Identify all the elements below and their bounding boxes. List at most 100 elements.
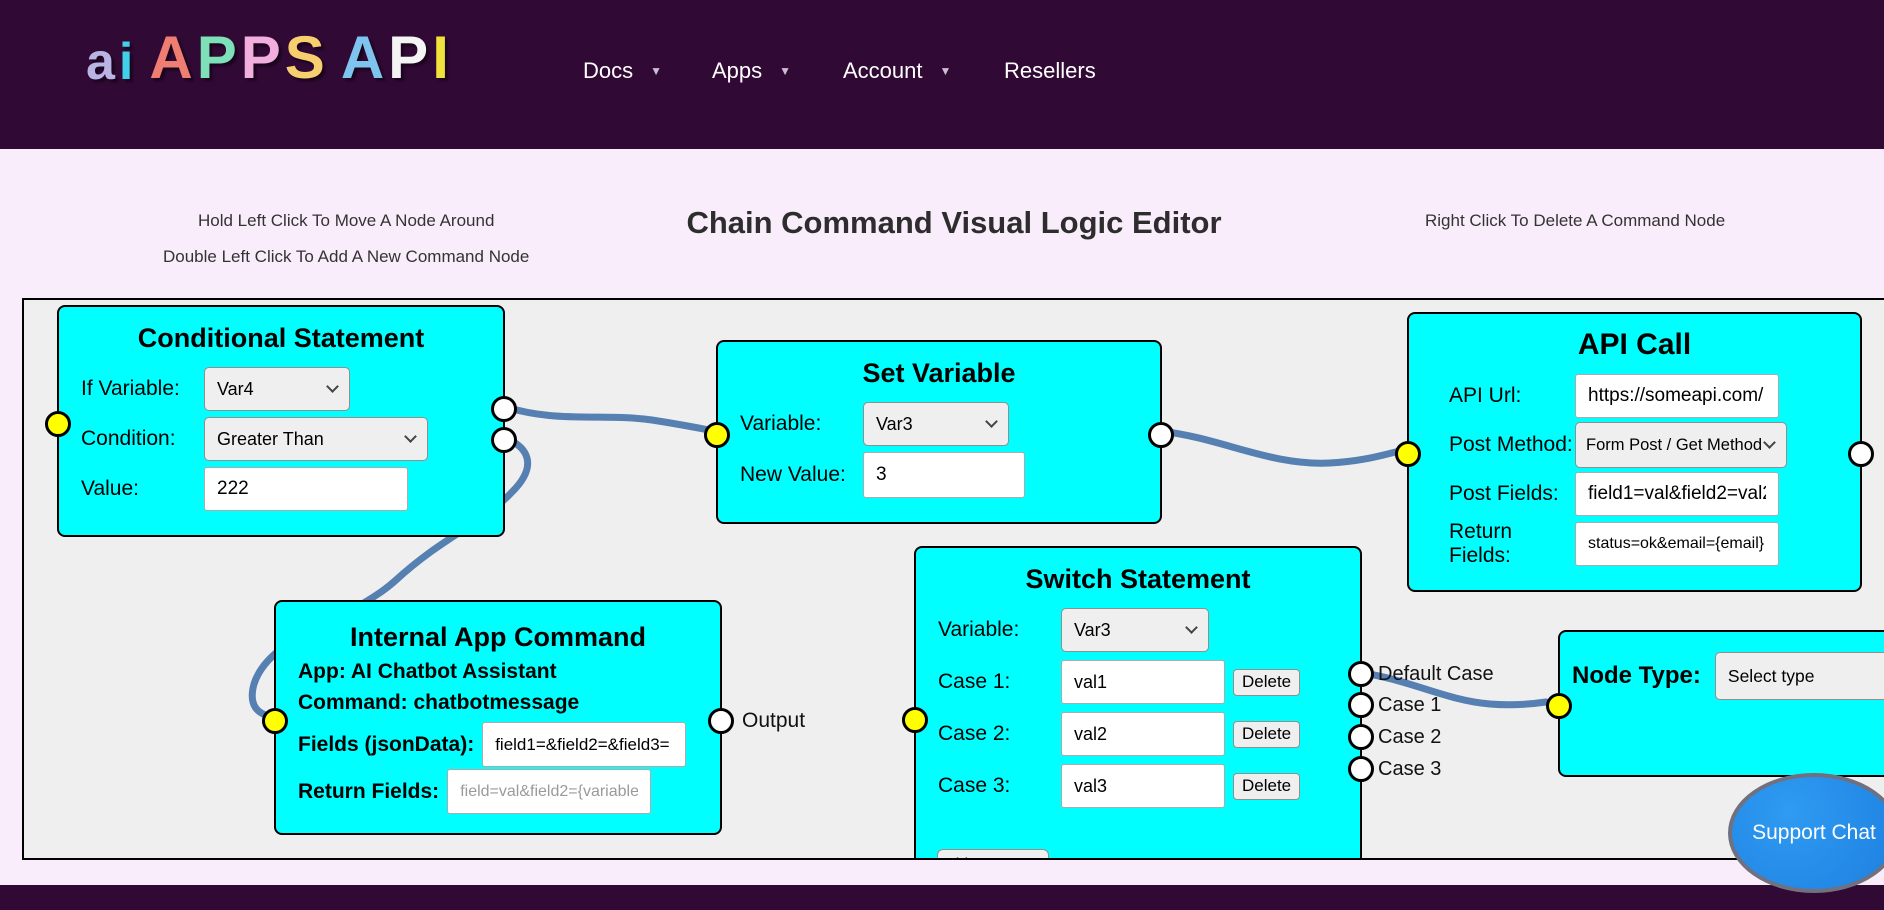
connector-output-default[interactable] — [1348, 661, 1374, 687]
post-fields-input[interactable] — [1575, 472, 1779, 516]
chevron-down-icon: ▼ — [940, 64, 952, 78]
support-chat-button[interactable]: Support Chat — [1728, 773, 1884, 893]
logo-letter: i — [119, 36, 133, 88]
api-url-input[interactable] — [1575, 374, 1779, 418]
nav-account[interactable]: Account ▼ — [843, 58, 951, 84]
logo-letter: S — [285, 28, 325, 88]
new-value-label: New Value: — [740, 463, 863, 487]
value-label: Value: — [81, 477, 204, 501]
logo-letter: P — [388, 28, 428, 88]
logo-letter: I — [432, 28, 449, 88]
variable-select[interactable]: Var3 — [863, 402, 1009, 446]
case-2-label: Case 2: — [938, 722, 1061, 746]
fields-jsondata-label: Fields (jsonData): — [298, 733, 474, 757]
return-fields-label: Return Fields: — [1449, 520, 1575, 568]
node-type-select[interactable]: Select type — [1715, 652, 1884, 700]
nav-resellers-label: Resellers — [1004, 58, 1096, 84]
case-2-connector-label: Case 2 — [1378, 726, 1441, 749]
hint-delete-node: Right Click To Delete A Command Node — [1425, 211, 1725, 231]
switch-variable-select[interactable]: Var3 — [1061, 608, 1209, 652]
case-1-label: Case 1: — [938, 670, 1061, 694]
node-title: Set Variable — [718, 358, 1160, 389]
node-title: API Call — [1409, 328, 1860, 362]
node-set-variable[interactable]: Set Variable Variable: Var3 New Value: — [716, 340, 1162, 524]
default-case-connector-label: Default Case — [1378, 663, 1494, 686]
post-fields-label: Post Fields: — [1449, 482, 1575, 506]
connector-input[interactable] — [262, 708, 288, 734]
post-method-select[interactable]: Form Post / Get Method — [1575, 422, 1787, 468]
connector-output-case2[interactable] — [1348, 724, 1374, 750]
connector-output-case3[interactable] — [1348, 756, 1374, 782]
nav-docs-label: Docs — [583, 58, 633, 84]
if-variable-select[interactable]: Var4 — [204, 367, 350, 411]
api-url-label: API Url: — [1449, 384, 1575, 408]
connector-input[interactable] — [902, 707, 928, 733]
footer — [0, 885, 1884, 910]
node-type-picker[interactable]: Node Type: Select type — [1558, 630, 1884, 777]
command-line: Command: chatbotmessage — [298, 691, 720, 715]
return-fields-input[interactable] — [447, 769, 651, 814]
return-fields-label: Return Fields: — [298, 780, 439, 804]
logo-letter: a — [86, 36, 115, 88]
switch-variable-label: Variable: — [938, 618, 1061, 642]
node-title: Conditional Statement — [59, 323, 503, 354]
condition-label: Condition: — [81, 427, 204, 451]
chevron-down-icon: ▼ — [779, 64, 791, 78]
app-line: App: AI Chatbot Assistant — [298, 660, 720, 684]
logo[interactable]: a i A P P S A P I — [86, 28, 449, 88]
node-conditional-statement[interactable]: Conditional Statement If Variable: Var4 … — [57, 305, 505, 537]
if-variable-label: If Variable: — [81, 377, 204, 401]
node-api-call[interactable]: API Call API Url: Post Method: Form Post… — [1407, 312, 1862, 592]
delete-case-2-button[interactable]: Delete — [1233, 721, 1300, 748]
node-switch-statement[interactable]: Switch Statement Variable: Var3 Case 1: … — [914, 546, 1362, 860]
connector-output[interactable] — [1848, 441, 1874, 467]
logic-editor-canvas[interactable]: Conditional Statement If Variable: Var4 … — [22, 298, 1884, 860]
logo-api: A P I — [341, 28, 449, 88]
node-title: Switch Statement — [916, 564, 1360, 595]
nav-apps-label: Apps — [712, 58, 762, 84]
value-input[interactable] — [204, 467, 408, 511]
fields-jsondata-input[interactable] — [482, 722, 686, 767]
connector-input[interactable] — [1546, 693, 1572, 719]
connector-input[interactable] — [1395, 441, 1421, 467]
output-connector-label: Output — [742, 709, 805, 733]
return-fields-input[interactable] — [1575, 522, 1779, 566]
connector-output-case1[interactable] — [1348, 692, 1374, 718]
case-2-input[interactable] — [1061, 712, 1225, 756]
logo-letter: A — [149, 28, 192, 88]
connection-curve — [500, 405, 714, 431]
delete-case-3-button[interactable]: Delete — [1233, 773, 1300, 800]
node-title: Internal App Command — [276, 622, 720, 653]
connection-curve — [1160, 431, 1405, 463]
logo-letter: P — [241, 28, 281, 88]
add-new-case-button[interactable]: Add New Case — [937, 849, 1049, 860]
nav-account-label: Account — [843, 58, 923, 84]
new-value-input[interactable] — [863, 452, 1025, 498]
connector-output[interactable] — [708, 708, 734, 734]
connector-output[interactable] — [491, 427, 517, 453]
connector-output[interactable] — [491, 396, 517, 422]
connector-output[interactable] — [1148, 422, 1174, 448]
nav-docs[interactable]: Docs ▼ — [583, 58, 662, 84]
case-3-input[interactable] — [1061, 764, 1225, 808]
nav-resellers[interactable]: Resellers — [1004, 58, 1096, 84]
logo-ai: a i — [86, 36, 133, 88]
case-1-input[interactable] — [1061, 660, 1225, 704]
variable-label: Variable: — [740, 412, 863, 436]
connector-input[interactable] — [45, 411, 71, 437]
case-1-connector-label: Case 1 — [1378, 694, 1441, 717]
page-title: Chain Command Visual Logic Editor — [659, 205, 1249, 241]
chevron-down-icon: ▼ — [650, 64, 662, 78]
delete-case-1-button[interactable]: Delete — [1233, 669, 1300, 696]
hint-add-node: Double Left Click To Add A New Command N… — [163, 247, 529, 267]
header: a i A P P S A P I Docs ▼ Apps ▼ Account … — [0, 0, 1884, 149]
connector-input[interactable] — [704, 422, 730, 448]
post-method-label: Post Method: — [1449, 433, 1575, 457]
case-3-label: Case 3: — [938, 774, 1061, 798]
hint-move-node: Hold Left Click To Move A Node Around — [198, 211, 494, 231]
logo-letter: A — [341, 28, 384, 88]
condition-select[interactable]: Greater Than — [204, 417, 428, 461]
node-internal-app-command[interactable]: Internal App Command App: AI Chatbot Ass… — [274, 600, 722, 835]
nav-apps[interactable]: Apps ▼ — [712, 58, 791, 84]
case-3-connector-label: Case 3 — [1378, 758, 1441, 781]
